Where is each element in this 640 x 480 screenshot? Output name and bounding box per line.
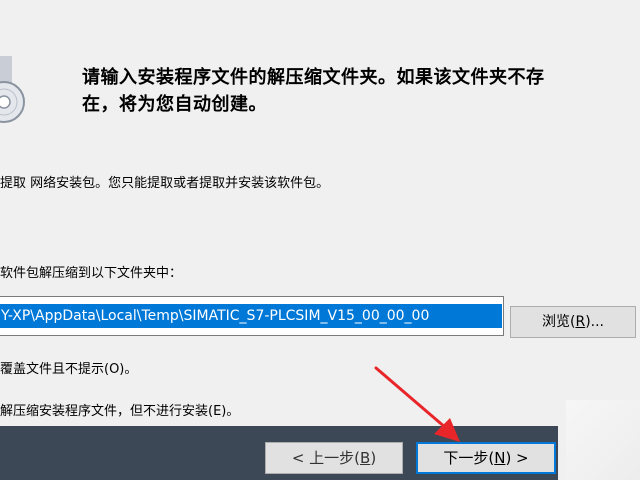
browse-hotkey: R — [575, 314, 586, 330]
browse-label: 浏览( — [541, 314, 576, 330]
next-label: 下一步( — [443, 449, 495, 467]
next-button[interactable]: 下一步(N) > — [416, 442, 556, 474]
back-hotkey: B — [360, 449, 371, 467]
next-hotkey: N — [494, 449, 506, 467]
overwrite-option[interactable]: 覆盖文件且不提示(O)。 — [0, 358, 137, 377]
browse-button[interactable]: 浏览(R)... — [510, 306, 636, 338]
heading-line-1: 请输入安装程序文件的解压缩文件夹。如果该文件夹不存 — [82, 67, 545, 88]
next-suffix: ) > — [505, 449, 529, 467]
watermark-area — [566, 400, 640, 480]
extract-path-value[interactable]: Y-XP\AppData\Local\Temp\SIMATIC_S7-PLCSI… — [0, 304, 502, 328]
page-heading: 请输入安装程序文件的解压缩文件夹。如果该文件夹不存 在，将为您自动创建。 — [82, 64, 640, 118]
back-button[interactable]: < 上一步(B) — [265, 442, 403, 474]
back-suffix: ) — [370, 449, 377, 467]
extract-path-input[interactable]: Y-XP\AppData\Local\Temp\SIMATIC_S7-PLCSI… — [0, 296, 504, 336]
description-text: 提取 网络安装包。您只能提取或者提取并安装该软件包。 — [0, 176, 330, 191]
extract-only-option[interactable]: 解压缩安装程序文件，但不进行安装(E)。 — [0, 400, 239, 419]
disc-icon — [0, 56, 25, 123]
destination-label: 软件包解压缩到以下文件夹中： — [0, 266, 183, 281]
back-label: < 上一步( — [291, 449, 361, 467]
browse-suffix: )... — [585, 314, 604, 330]
heading-line-2: 在，将为您自动创建。 — [82, 94, 267, 115]
